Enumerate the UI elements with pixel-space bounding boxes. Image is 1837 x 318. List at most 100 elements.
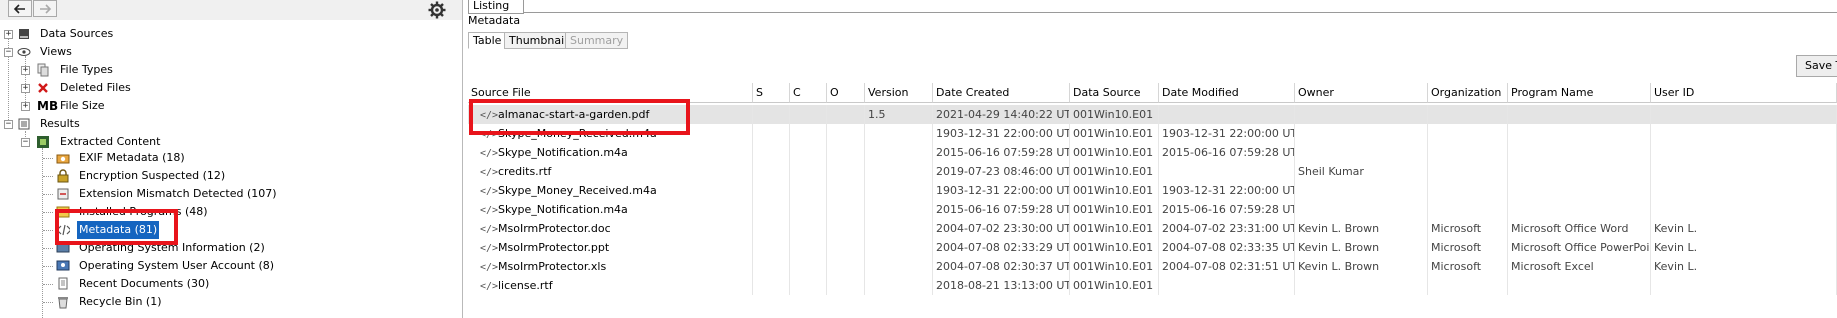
forward-button[interactable]: [33, 0, 57, 17]
collapse-toggle[interactable]: −: [4, 120, 13, 129]
camera-icon: [56, 151, 70, 165]
tree-item-file-types[interactable]: + File Types: [0, 61, 300, 79]
code-icon: </>: [480, 167, 499, 178]
tree-item-recent-documents[interactable]: Recent Documents (30): [0, 275, 320, 293]
table-cell: [753, 143, 790, 162]
column-header[interactable]: Program Name: [1508, 83, 1651, 103]
expand-toggle[interactable]: +: [21, 102, 30, 111]
column-header[interactable]: C: [790, 83, 827, 103]
tab-summary[interactable]: Summary: [565, 32, 629, 49]
file-name: Skype_Notification.m4a: [498, 203, 628, 216]
table-row[interactable]: </>Skype_Notification.m4a 2015-06-16 07:5…: [468, 143, 1837, 162]
file-name: MsoIrmProtector.ppt: [498, 241, 610, 254]
table-cell: 1903-12-31 22:00:00 UTC: [933, 124, 1070, 143]
expand-toggle[interactable]: +: [4, 30, 13, 39]
content-panel: Listing Metadata Table Thumbnail Summary…: [465, 0, 1837, 318]
tree-item-views[interactable]: − Views: [0, 43, 300, 61]
tab-table[interactable]: Table: [468, 32, 507, 49]
table-cell: Sheil Kumar: [1295, 162, 1428, 181]
table-cell: 1.5: [865, 105, 933, 124]
extracted-content-icon: [36, 135, 50, 149]
tree-item-encryption-suspected[interactable]: Encryption Suspected (12): [0, 167, 320, 185]
table-cell: [1508, 105, 1651, 124]
table-cell: [1508, 162, 1651, 181]
table-cell: [827, 276, 865, 295]
table-cell: 001Win10.E01: [1070, 162, 1159, 181]
table-cell: [865, 238, 933, 257]
table-row[interactable]: </>MsoIrmProtector.doc 2004-07-02 23:30:0…: [468, 219, 1837, 238]
column-header[interactable]: Organization: [1428, 83, 1508, 103]
eye-icon: [17, 45, 31, 59]
deleted-files-icon: [36, 81, 50, 95]
tree-item-recycle-bin[interactable]: Recycle Bin (1): [0, 293, 320, 311]
expand-toggle[interactable]: +: [21, 84, 30, 93]
table-row[interactable]: </>MsoIrmProtector.xls 2004-07-08 02:30:3…: [468, 257, 1837, 276]
tree-item-extension-mismatch[interactable]: Extension Mismatch Detected (107): [0, 185, 320, 203]
table-cell: [753, 276, 790, 295]
settings-button[interactable]: [426, 0, 448, 20]
tree-item-deleted-files[interactable]: + Deleted Files: [0, 79, 300, 97]
tree-item-label: Extension Mismatch Detected (107): [79, 187, 277, 200]
tree-item-label: Views: [40, 45, 72, 58]
column-header[interactable]: Date Modified: [1159, 83, 1295, 103]
table-cell: [753, 181, 790, 200]
table-cell: [790, 276, 827, 295]
drive-icon: [17, 27, 31, 41]
table-cell: [790, 124, 827, 143]
table-cell: [1159, 162, 1295, 181]
file-name: MsoIrmProtector.xls: [498, 260, 607, 273]
table-cell: 2019-07-23 08:46:00 UTC: [933, 162, 1070, 181]
table-cell: 2004-07-02 23:30:00 UTC: [933, 219, 1070, 238]
tab-listing[interactable]: Listing: [468, 0, 524, 14]
tree-item-file-size[interactable]: + MB File Size: [0, 97, 300, 115]
table-cell: [790, 181, 827, 200]
table-cell: [1428, 143, 1508, 162]
table-cell: [790, 219, 827, 238]
highlight-box: [55, 209, 178, 245]
collapse-toggle[interactable]: −: [21, 138, 30, 147]
table-cell: [790, 143, 827, 162]
tree-item-label: Recent Documents (30): [79, 277, 210, 290]
table-cell: [1295, 276, 1428, 295]
table-cell: 001Win10.E01: [1070, 219, 1159, 238]
tree-item-results[interactable]: − Results: [0, 115, 300, 133]
arrow-right-icon: [40, 3, 52, 14]
table-cell: [753, 124, 790, 143]
table-row[interactable]: </>Skype_Notification.m4a 2015-06-16 07:5…: [468, 200, 1837, 219]
table-cell: 2015-06-16 07:59:28 UTC: [933, 143, 1070, 162]
table-cell: [790, 105, 827, 124]
table-cell: 001Win10.E01: [1070, 105, 1159, 124]
table-cell: [827, 219, 865, 238]
column-header[interactable]: Data Source: [1070, 83, 1159, 103]
tab-thumbnail[interactable]: Thumbnail: [504, 32, 573, 49]
filetypes-icon: [36, 63, 50, 77]
column-header[interactable]: Version: [865, 83, 933, 103]
column-header[interactable]: O: [827, 83, 865, 103]
back-button[interactable]: [8, 0, 32, 17]
tree-item-data-sources[interactable]: + Data Sources: [0, 25, 300, 43]
tree-item-label: Deleted Files: [60, 81, 131, 94]
tree-panel: + Data Sources − Views + File Types + De…: [0, 0, 463, 318]
expand-toggle[interactable]: +: [21, 66, 30, 75]
table-cell: [753, 162, 790, 181]
tree-item-os-user-account[interactable]: Operating System User Account (8): [0, 257, 320, 275]
code-icon: </>: [480, 205, 499, 216]
collapse-toggle[interactable]: −: [4, 48, 13, 57]
table-row[interactable]: </>credits.rtf 2019-07-23 08:46:00 UTC 001…: [468, 162, 1837, 181]
column-header[interactable]: Date Created: [933, 83, 1070, 103]
table-row[interactable]: </>license.rtf 2018-08-21 13:13:00 UTC 001…: [468, 276, 1837, 295]
column-header[interactable]: Owner: [1295, 83, 1428, 103]
table-row[interactable]: </>Skype_Money_Received.m4a 1903-12-31 22…: [468, 181, 1837, 200]
column-header[interactable]: S: [753, 83, 790, 103]
table-row[interactable]: </>MsoIrmProtector.ppt 2004-07-08 02:33:2…: [468, 238, 1837, 257]
table-cell: [1428, 124, 1508, 143]
table-cell: 001Win10.E01: [1070, 276, 1159, 295]
table-cell: [753, 257, 790, 276]
tree-item-exif-metadata[interactable]: EXIF Metadata (18): [0, 149, 320, 167]
column-header[interactable]: User ID: [1651, 83, 1837, 103]
table-cell: [827, 162, 865, 181]
table-cell: [1508, 124, 1651, 143]
table-cell: 2021-04-29 14:40:22 UTC: [933, 105, 1070, 124]
save-table-button[interactable]: Save T: [1796, 55, 1837, 77]
table-cell: [865, 200, 933, 219]
